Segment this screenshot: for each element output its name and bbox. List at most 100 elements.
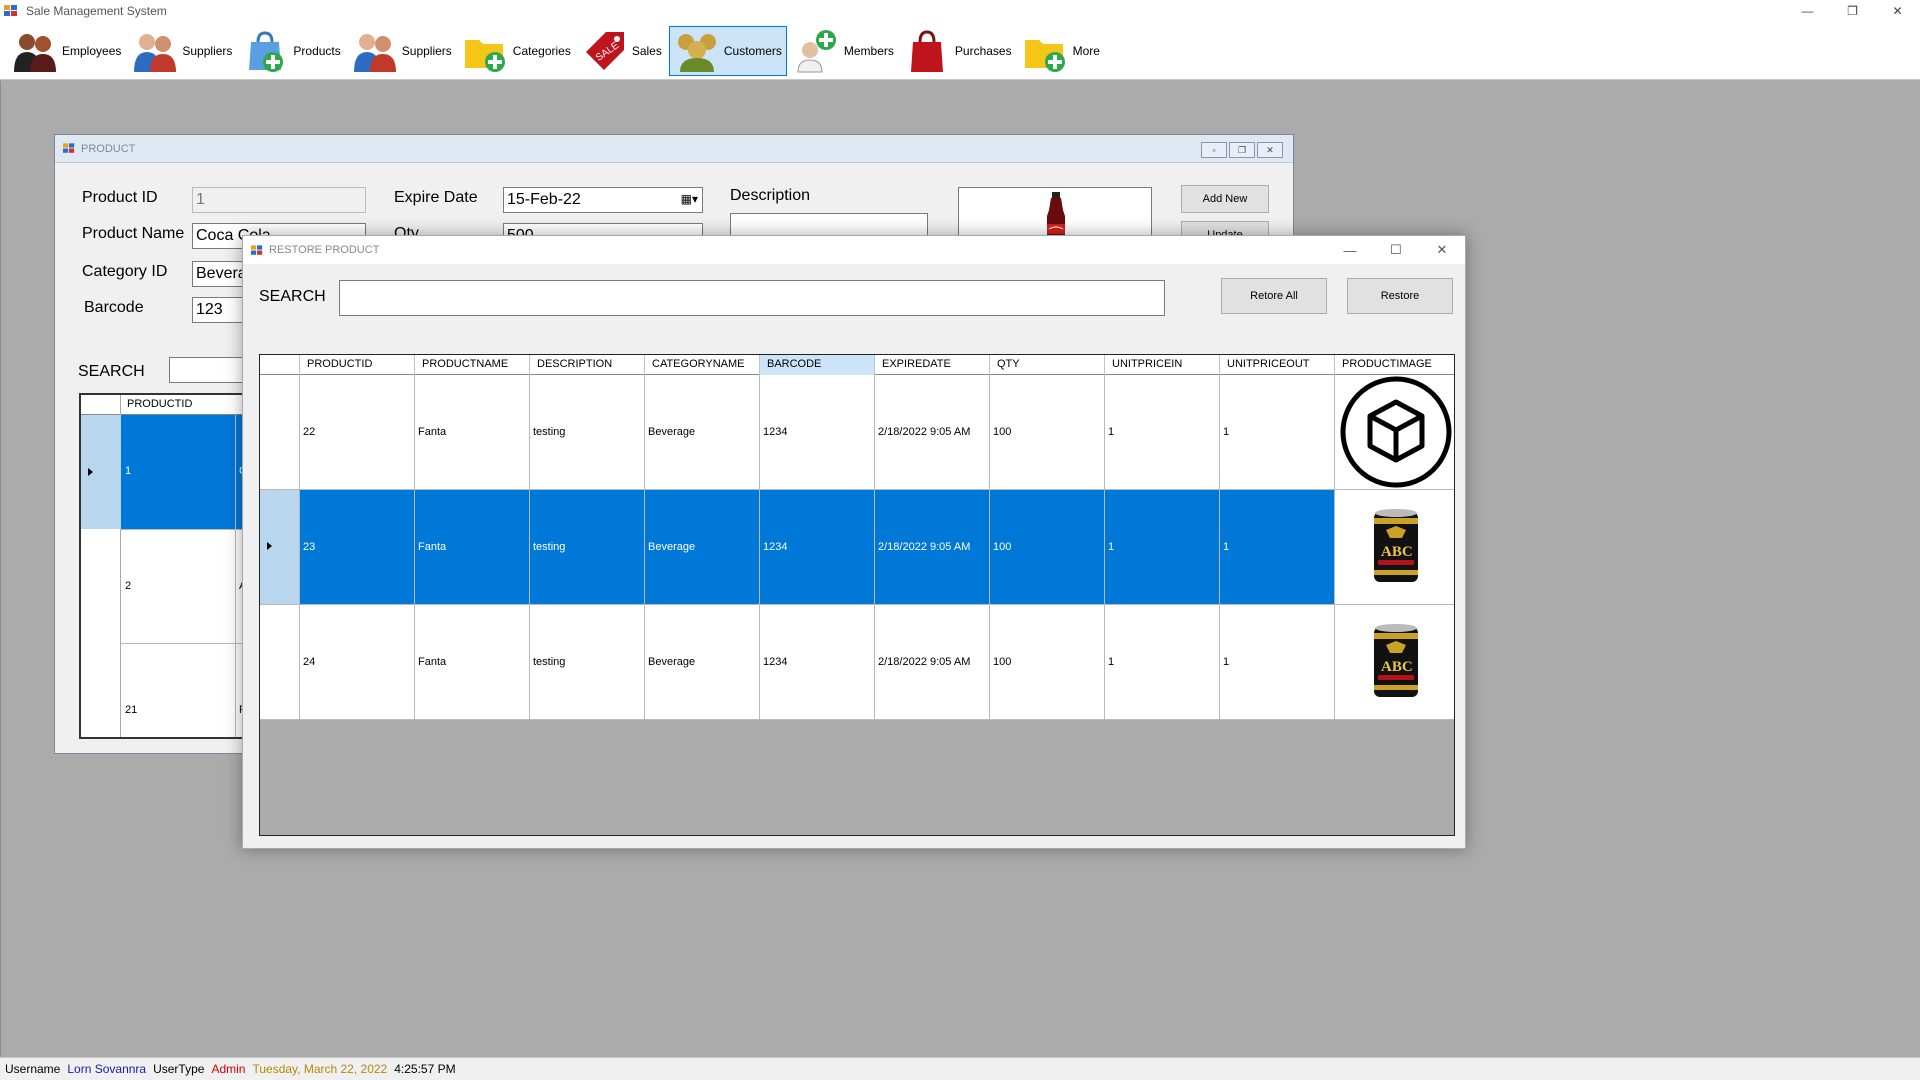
- cell-productname[interactable]: Fanta: [415, 375, 530, 489]
- restore-search-label: SEARCH: [259, 288, 326, 305]
- cell-categoryname[interactable]: Beverage: [645, 605, 760, 719]
- expire-date-picker[interactable]: 15-Feb-22 ▦▾: [503, 187, 703, 213]
- column-header-productid[interactable]: PRODUCTID: [300, 355, 415, 375]
- restore-dialog-title: RESTORE PRODUCT: [269, 244, 380, 256]
- restore-all-button[interactable]: Retore All: [1221, 278, 1327, 314]
- grid-corner-header: [260, 355, 300, 375]
- restore-maximize-button[interactable]: ☐: [1373, 236, 1419, 264]
- table-row-selected[interactable]: 23 Fanta testing Beverage 1234 2/18/2022…: [260, 490, 1454, 605]
- expire-date-label: Expire Date: [394, 189, 478, 206]
- cell-productname[interactable]: Fanta: [415, 605, 530, 719]
- product-restore-button[interactable]: ❐: [1229, 142, 1255, 158]
- usertype-label: UserType: [153, 1062, 205, 1076]
- cell-description[interactable]: testing: [530, 375, 645, 489]
- employees-icon: [14, 33, 56, 72]
- abc-can-image: ABC: [1373, 624, 1418, 697]
- description-label: Description: [730, 187, 811, 204]
- row-header[interactable]: [260, 490, 300, 604]
- toolbar-suppliers[interactable]: Suppliers: [128, 26, 236, 76]
- column-header-barcode[interactable]: BARCODE: [760, 355, 875, 375]
- column-header-expiredate[interactable]: EXPIREDATE: [875, 355, 990, 375]
- column-header-productimage[interactable]: PRODUCTIMAGE: [1335, 355, 1454, 375]
- restore-button[interactable]: Restore: [1347, 278, 1453, 314]
- cell-barcode[interactable]: 1234: [760, 490, 875, 604]
- cell-unitpricein[interactable]: 1: [1105, 605, 1220, 719]
- restore-close-button[interactable]: ✕: [1419, 236, 1465, 264]
- cell-productimage[interactable]: ABC: [1335, 605, 1454, 719]
- column-header-productname[interactable]: PRODUCTNAME: [415, 355, 530, 375]
- cell-unitpriceout[interactable]: 1: [1220, 490, 1335, 604]
- cell-categoryname[interactable]: Beverage: [645, 375, 760, 489]
- column-header-unitpriceout[interactable]: UNITPRICEOUT: [1220, 355, 1335, 375]
- barcode-label: Barcode: [84, 299, 144, 316]
- product-window-title: PRODUCT: [81, 142, 136, 155]
- member-add-icon: [797, 29, 836, 72]
- product-minimize-button[interactable]: ▫: [1201, 142, 1227, 158]
- restore-dialog-titlebar: RESTORE PRODUCT — ☐ ✕: [243, 236, 1465, 264]
- toolbar-products[interactable]: Products: [239, 26, 344, 76]
- cell-categoryname[interactable]: Beverage: [645, 490, 760, 604]
- cell-productid[interactable]: 23: [300, 490, 415, 604]
- minimize-button[interactable]: —: [1785, 0, 1830, 22]
- restore-grid[interactable]: PRODUCTID PRODUCTNAME DESCRIPTION CATEGO…: [259, 354, 1455, 836]
- product-close-button[interactable]: ✕: [1257, 142, 1283, 158]
- toolbar-customers[interactable]: Customers: [668, 25, 787, 76]
- cell-productid[interactable]: 24: [300, 605, 415, 719]
- toolbar-suppliers-2[interactable]: Suppliers: [348, 26, 456, 76]
- restore-minimize-button[interactable]: —: [1327, 236, 1373, 264]
- column-header-qty[interactable]: QTY: [990, 355, 1105, 375]
- cell-description[interactable]: testing: [530, 605, 645, 719]
- status-bar: Username Lorn Sovannra UserType Admin Tu…: [0, 1057, 1920, 1080]
- toolbar-more[interactable]: More: [1019, 26, 1104, 76]
- product-grid-header-productid: PRODUCTID: [127, 398, 193, 410]
- row-header[interactable]: [260, 375, 300, 489]
- cell-productid[interactable]: 22: [300, 375, 415, 489]
- restore-product-dialog: RESTORE PRODUCT — ☐ ✕ SEARCH Retore All …: [242, 235, 1466, 849]
- cell-description[interactable]: testing: [530, 490, 645, 604]
- customers-icon: [677, 33, 716, 72]
- cell-expiredate[interactable]: 2/18/2022 9:05 AM: [875, 490, 990, 604]
- toolbar-purchases[interactable]: Purchases: [901, 26, 1016, 76]
- cell-qty[interactable]: 100: [990, 375, 1105, 489]
- suppliers-icon: [353, 33, 396, 72]
- box-icon: [1340, 376, 1451, 488]
- restore-window-button[interactable]: ❐: [1830, 0, 1875, 22]
- close-button[interactable]: ✕: [1875, 0, 1920, 22]
- column-header-description[interactable]: DESCRIPTION: [530, 355, 645, 375]
- product-window-titlebar: PRODUCT ▫ ❐ ✕: [55, 135, 1293, 163]
- calendar-dropdown-icon[interactable]: ▦▾: [681, 192, 698, 206]
- cell-expiredate[interactable]: 2/18/2022 9:05 AM: [875, 605, 990, 719]
- cell-unitpriceout[interactable]: 1: [1220, 375, 1335, 489]
- column-header-unitpricein[interactable]: UNITPRICEIN: [1105, 355, 1220, 375]
- folder-add-icon: [1024, 39, 1065, 72]
- toolbar-categories[interactable]: Categories: [459, 26, 575, 76]
- cell-productimage[interactable]: [1335, 375, 1454, 489]
- status-date: Tuesday, March 22, 2022: [252, 1062, 388, 1076]
- add-new-button[interactable]: Add New: [1181, 185, 1269, 213]
- toolbar-members[interactable]: Members: [790, 26, 898, 76]
- row-header[interactable]: [260, 605, 300, 719]
- cell-qty[interactable]: 100: [990, 605, 1105, 719]
- cell-unitpricein[interactable]: 1: [1105, 375, 1220, 489]
- toolbar-employees[interactable]: Employees: [8, 26, 125, 76]
- app-icon: [4, 5, 17, 16]
- cell-unitpriceout[interactable]: 1: [1220, 605, 1335, 719]
- cell-productimage[interactable]: ABC: [1335, 490, 1454, 604]
- cell-productname[interactable]: Fanta: [415, 490, 530, 604]
- cell-unitpricein[interactable]: 1: [1105, 490, 1220, 604]
- table-row[interactable]: 24 Fanta testing Beverage 1234 2/18/2022…: [260, 605, 1454, 720]
- toolbar-sales[interactable]: SALE Sales: [578, 26, 666, 76]
- cell-barcode[interactable]: 1234: [760, 375, 875, 489]
- column-header-categoryname[interactable]: CATEGORYNAME: [645, 355, 760, 375]
- cell-expiredate[interactable]: 2/18/2022 9:05 AM: [875, 375, 990, 489]
- status-time: 4:25:57 PM: [394, 1062, 456, 1076]
- category-id-label: Category ID: [82, 263, 168, 280]
- sale-tag-icon: SALE: [585, 31, 624, 70]
- table-row[interactable]: 22 Fanta testing Beverage 1234 2/18/2022…: [260, 375, 1454, 490]
- cell-qty[interactable]: 100: [990, 490, 1105, 604]
- window-title: Sale Management System: [26, 4, 167, 18]
- restore-search-input[interactable]: [339, 280, 1165, 316]
- cell-barcode[interactable]: 1234: [760, 605, 875, 719]
- product-name-label: Product Name: [82, 225, 185, 242]
- product-grid-row-header-selected: [81, 415, 121, 529]
